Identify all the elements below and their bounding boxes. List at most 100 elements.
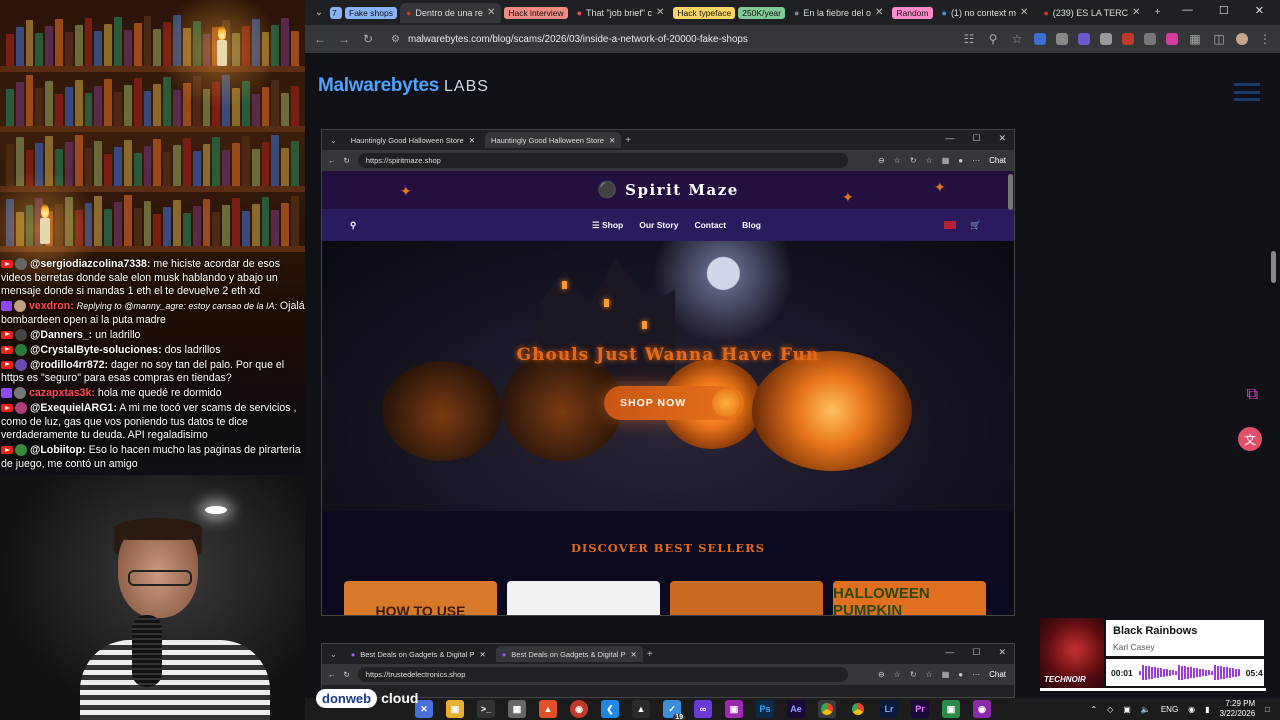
floating-tool-icon[interactable]: ⧉ [1247,386,1258,404]
chat-message: @Danners_: un ladrillo [1,329,305,343]
profile-avatar[interactable] [1236,33,1248,45]
zoom-icon[interactable]: ⚲ [986,32,1000,46]
book [15,27,24,68]
taskbar-app-icon[interactable]: ◉ [973,700,991,718]
tab-close-icon[interactable]: ✕ [875,7,883,18]
url-text[interactable]: malwarebytes.com/blog/scams/2026/03/insi… [408,34,748,45]
omnibox[interactable]: ⚙ malwarebytes.com/blog/scams/2026/03/in… [385,28,925,50]
shot-address-row: ← ↻ https://spiritmaze.shop ⊖ ☆ ↻ ☆ ▦ ● ⋯ Chat [322,150,1014,171]
network-icon[interactable]: ◉ [1188,705,1195,714]
volume-icon[interactable]: 🔈 [1141,705,1151,714]
minimize-icon[interactable]: — [1182,4,1193,17]
battery-icon[interactable]: ▮ [1205,705,1209,714]
tab-close-icon[interactable]: ✕ [1020,7,1028,18]
taskbar-app-icon[interactable]: ▲ [632,700,650,718]
browser-tab[interactable]: ● En la fiebre del o ✕ [788,3,889,23]
page-scrollbar[interactable] [1271,251,1276,283]
spiritmaze-site: ✦ ✦ ✦ ⚫ Spirit Maze ⚲ ☰ Shop Our Story C… [322,171,1014,615]
tray-overflow-icon[interactable]: ⌃ [1090,705,1097,714]
extension-icon[interactable] [1100,33,1112,45]
site-info-icon[interactable]: ⚙ [391,34,400,45]
brave-icon[interactable]: ▲ [539,700,557,718]
extension-icon[interactable] [1166,33,1178,45]
tab-search-icon[interactable]: ⌄ [311,5,327,21]
book [281,203,290,248]
extension-icon[interactable] [1034,33,1046,45]
chrome-profile-icon[interactable] [849,700,867,718]
bookmark-star-icon[interactable]: ☆ [1010,32,1024,46]
book [84,93,93,128]
book [291,31,299,68]
tab-group-chip[interactable]: Random [892,6,933,19]
chat-avatar [15,402,27,415]
maximize-icon[interactable]: ☐ [1219,4,1229,17]
book [64,87,73,128]
tab-group-chip[interactable]: Hack typeface [673,6,736,19]
shot-window-controls: — ☐ ✕ [945,133,1006,143]
extension-icon[interactable] [1144,33,1156,45]
after-effects-icon[interactable]: Ae [787,700,805,718]
lightroom-icon[interactable]: Lr [880,700,898,718]
book [281,18,290,68]
browser-tab[interactable]: ● Dentro de una re ✕ [399,2,502,23]
taskbar-app-icon[interactable]: ▣ [725,700,743,718]
tab-group-chip[interactable]: Hack interview [504,6,568,19]
browser-tab[interactable]: ● That "job brief" c ✕ [571,3,671,23]
tray-app-icon[interactable]: ▣ [1123,705,1131,714]
shot-tab-label: Best Deals on Gadgets & Digital P [511,649,626,659]
shot-window-controls: — ☐ ✕ [945,647,1006,657]
extensions-puzzle-icon[interactable]: ▦ [1188,32,1202,46]
tab-close-icon[interactable]: ✕ [1132,7,1140,18]
hamburger-menu-icon[interactable] [1234,83,1260,101]
taskbar-app-icon[interactable]: ▣ [942,700,960,718]
waveform-bar [1141,665,1144,680]
tab-group-collapsed[interactable]: 7 [330,6,342,19]
tab-close-icon[interactable]: ✕ [656,7,664,18]
translate-icon[interactable]: ☷ [962,32,976,46]
tab-close-icon[interactable]: ✕ [487,7,495,18]
language-indicator[interactable]: ENG [1161,705,1178,714]
terminal-icon[interactable]: >_ [477,700,495,718]
menu-kebab-icon[interactable]: ⋮ [1258,32,1272,46]
new-tab-plus-icon[interactable]: + [1150,5,1166,21]
tray-app-icon[interactable]: ◇ [1107,705,1113,714]
close-icon[interactable]: ✕ [1255,4,1264,17]
sponsor-brand: donweb [316,688,378,708]
extension-icon[interactable] [1056,33,1068,45]
extension-icon[interactable] [1122,33,1134,45]
malwarebytes-labs-logo[interactable]: Malwarebytes LABS [318,75,489,97]
taskbar-app-icon[interactable]: ◉ [570,700,588,718]
chrome-icon[interactable] [818,700,836,718]
elapsed-time: 00:01 [1111,667,1133,678]
reload-icon[interactable]: ↻ [361,32,375,46]
forward-icon[interactable]: → [337,32,351,46]
file-explorer-icon[interactable]: ▣ [446,700,464,718]
tab-group-chip[interactable]: Fake shops [345,6,397,19]
nav-contact: Contact [694,219,727,230]
waveform-bar [1183,666,1186,679]
taskbar-app-icon[interactable]: ▦ [508,700,526,718]
book [104,209,113,248]
extension-icon[interactable] [1078,33,1090,45]
vscode-icon[interactable]: ❮ [601,700,619,718]
waveform-bar [1204,669,1207,676]
tab-group-chip[interactable]: 250K/year [738,6,785,19]
visual-studio-icon[interactable]: ∞ [694,700,712,718]
browser-tab[interactable]: ● (239) ES LA TERC ✕ [1037,3,1146,23]
photoshop-icon[interactable]: Ps [756,700,774,718]
clock[interactable]: 7:29 PM 3/22/2026 [1220,699,1256,719]
shot-tab: ● Best Deals on Gadgets & Digital P ✕ [495,646,643,662]
taskbar-badge: 19 [673,714,685,720]
taskbar-app-icon[interactable]: ✓ 19 [663,700,685,720]
book [163,77,172,128]
premiere-icon[interactable]: Pr [911,700,929,718]
back-icon[interactable]: ← [313,32,327,46]
notifications-icon[interactable]: □ [1265,705,1270,714]
playback-bar: 00:01 05:4 [1106,659,1264,686]
translate-bubble-icon[interactable]: 文 [1238,427,1262,451]
shot-tab-label: Hauntingly Good Halloween Store [490,135,604,145]
browser-tab[interactable]: ● (1) no context m ✕ [936,3,1035,23]
youtube-icon [1,345,13,354]
sidebar-icon[interactable]: ◫ [1212,32,1226,46]
waveform-bar [1138,670,1141,675]
